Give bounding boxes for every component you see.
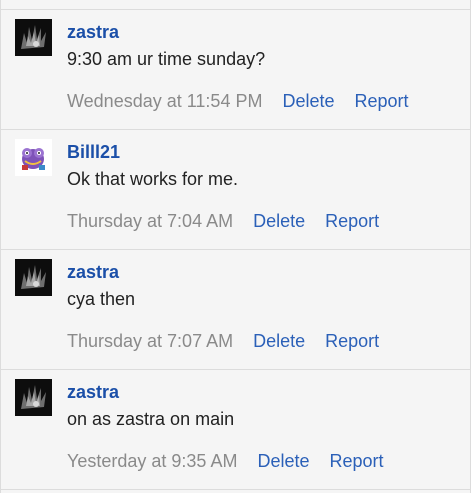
author-link[interactable]: zastra — [67, 381, 119, 403]
message-text: Ok that works for me. — [67, 169, 239, 189]
message-meta: Thursday at 7:04 AM Delete Report — [67, 210, 399, 232]
dark-spiky-avatar-icon[interactable] — [15, 19, 52, 56]
report-link[interactable]: Report — [329, 451, 383, 471]
delete-link[interactable]: Delete — [282, 91, 334, 111]
message-meta: Yesterday at 9:35 AM Delete Report — [67, 450, 404, 472]
delete-link[interactable]: Delete — [257, 451, 309, 471]
dark-spiky-avatar-icon[interactable] — [15, 259, 52, 296]
author-link[interactable]: Billl21 — [67, 141, 120, 163]
author-link[interactable]: zastra — [67, 21, 119, 43]
message-meta: Thursday at 7:07 AM Delete Report — [67, 330, 399, 352]
message: Billl21 Ok that works for me. Thursday a… — [1, 130, 470, 250]
report-link[interactable]: Report — [354, 91, 408, 111]
message-meta: Wednesday at 11:54 PM Delete Report — [67, 90, 429, 112]
conversation-thread: zastra 9:30 am ur time sunday? Wednesday… — [0, 0, 471, 493]
timestamp[interactable]: Yesterday at 9:35 AM — [67, 451, 237, 471]
timestamp[interactable]: Wednesday at 11:54 PM — [67, 91, 262, 111]
message-text: 9:30 am ur time sunday? — [67, 49, 266, 69]
delete-link[interactable]: Delete — [253, 331, 305, 351]
message: zastra on as zastra on main Yesterday at… — [1, 370, 470, 490]
message-text: on as zastra on main — [67, 409, 235, 429]
message: zastra cya then Thursday at 7:07 AM Delet… — [1, 250, 470, 370]
author-link[interactable]: zastra — [67, 261, 119, 283]
report-link[interactable]: Report — [325, 331, 379, 351]
delete-link[interactable]: Delete — [253, 211, 305, 231]
timestamp[interactable]: Thursday at 7:07 AM — [67, 331, 233, 351]
report-link[interactable]: Report — [325, 211, 379, 231]
purple-character-avatar-icon[interactable] — [15, 139, 52, 176]
message-text: cya then — [67, 289, 136, 309]
timestamp[interactable]: Thursday at 7:04 AM — [67, 211, 233, 231]
message: zastra 9:30 am ur time sunday? Wednesday… — [1, 10, 470, 130]
dark-spiky-avatar-icon[interactable] — [15, 379, 52, 416]
